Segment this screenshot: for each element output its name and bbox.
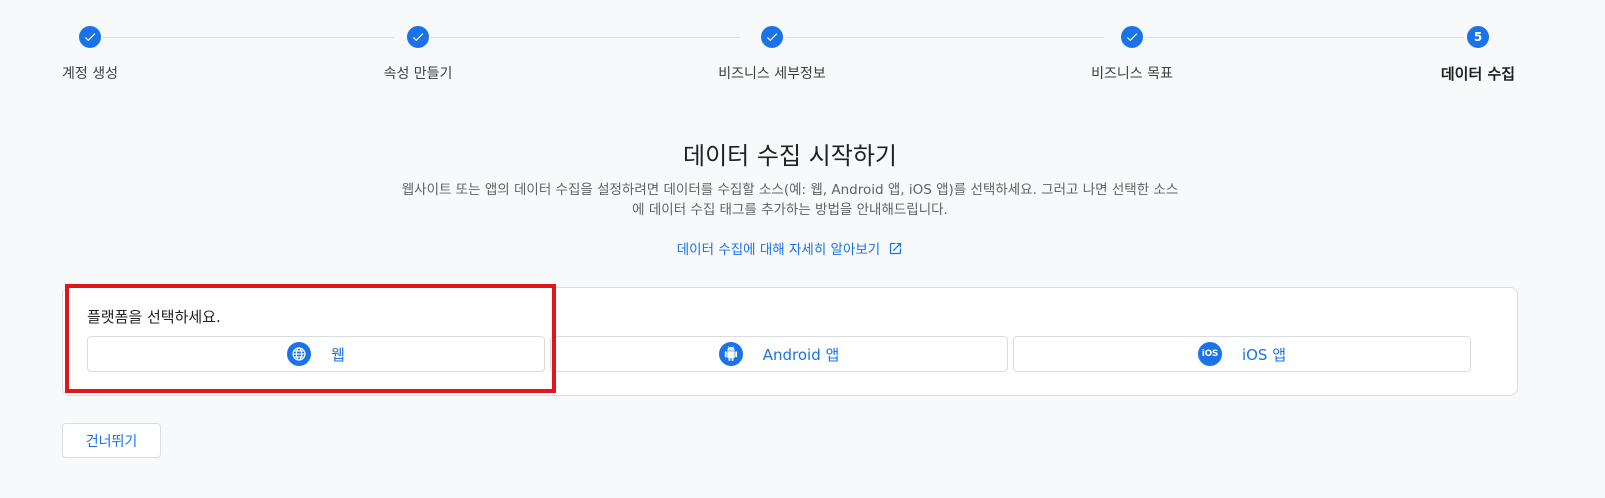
step-label: 계정 생성	[62, 66, 118, 82]
step-label: 속성 만들기	[383, 66, 453, 82]
web-platform-button[interactable]: 웹	[87, 336, 545, 372]
globe-icon	[287, 342, 312, 366]
step-business-objectives[interactable]: 비즈니스 목표	[1032, 24, 1232, 83]
step-business-details[interactable]: 비즈니스 세부정보	[672, 24, 872, 83]
platform-label: iOS 앱	[1241, 345, 1287, 364]
platform-label: Android 앱	[762, 345, 840, 364]
step-label: 비즈니스 목표	[1091, 66, 1173, 82]
ios-icon: iOS	[1197, 342, 1222, 366]
check-icon	[1119, 24, 1145, 50]
check-icon	[759, 24, 785, 50]
android-icon	[718, 342, 743, 366]
check-icon	[77, 24, 103, 50]
page-title: 데이터 수집 시작하기	[683, 142, 897, 170]
description-line: 에 데이터 수집 태그를 추가하는 방법을 안내해드립니다.	[632, 202, 948, 218]
stepper: 계정 생성 속성 만들기 비즈니스 세부정보 비즈니스 목표 5 데이터 수집	[0, 0, 1605, 100]
learn-more-label: 데이터 수집에 대해 자세히 알아보기	[676, 242, 881, 258]
description-line: 웹사이트 또는 앱의 데이터 수집을 설정하려면 데이터를 수집할 소스(예: …	[401, 182, 1179, 198]
platform-card: 플랫폼을 선택하세요. 웹 Android 앱 iOS iOS 앱	[62, 287, 1518, 396]
platform-card-title: 플랫폼을 선택하세요.	[87, 308, 221, 326]
step-label: 비즈니스 세부정보	[718, 66, 826, 82]
platform-label: 웹	[331, 345, 345, 364]
ios-icon-text: iOS	[1201, 349, 1219, 359]
step-create-property[interactable]: 속성 만들기	[318, 24, 518, 83]
step-data-collection[interactable]: 5 데이터 수집	[1378, 24, 1578, 84]
page-description: 웹사이트 또는 앱의 데이터 수집을 설정하려면 데이터를 수집할 소스(예: …	[380, 180, 1200, 220]
step-account-creation[interactable]: 계정 생성	[0, 24, 190, 83]
external-link-icon	[890, 242, 902, 254]
step-label: 데이터 수집	[1440, 65, 1516, 83]
ios-platform-button[interactable]: iOS iOS 앱	[1013, 336, 1471, 372]
android-platform-button[interactable]: Android 앱	[550, 336, 1008, 372]
step-number: 5	[1465, 24, 1491, 50]
learn-more-link[interactable]: 데이터 수집에 대해 자세히 알아보기	[0, 238, 1580, 258]
skip-button[interactable]: 건너뛰기	[62, 423, 161, 458]
check-icon	[405, 24, 431, 50]
